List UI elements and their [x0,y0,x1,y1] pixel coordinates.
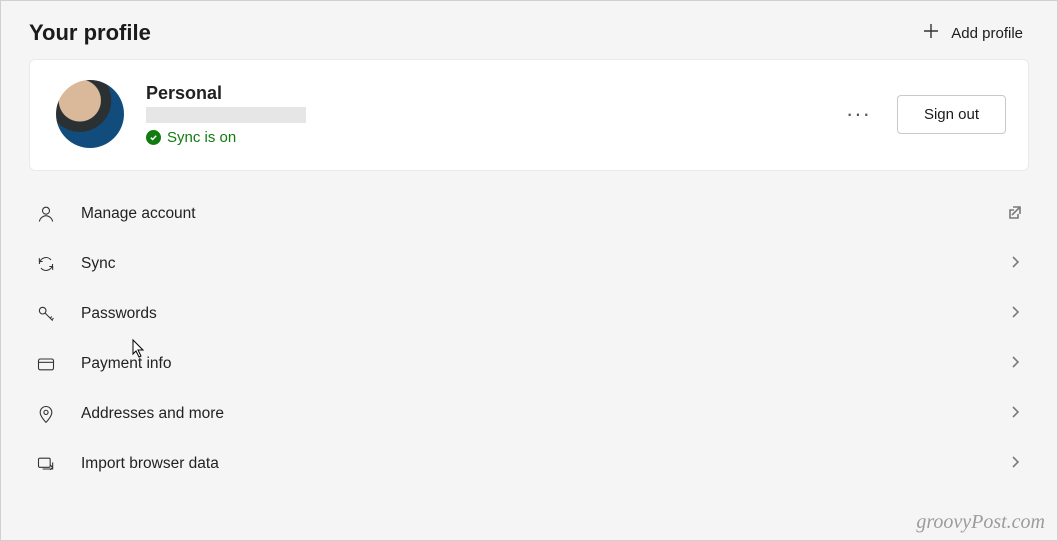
add-profile-label: Add profile [951,25,1023,42]
settings-row-label: Passwords [81,305,1007,323]
import-icon [35,453,57,475]
settings-row-label: Addresses and more [81,405,1007,423]
page-title: Your profile [29,20,151,46]
person-icon [35,203,57,225]
chevron-right-icon [1007,254,1023,275]
sync-status: Sync is on [167,129,236,146]
settings-row-label: Sync [81,255,1007,273]
profile-email-redacted [146,107,306,123]
settings-row-label: Manage account [81,205,1007,223]
external-link-icon [1007,204,1023,225]
refresh-icon [35,253,57,275]
avatar [56,80,124,148]
plus-icon [923,23,939,43]
chevron-right-icon [1007,454,1023,475]
chevron-right-icon [1007,354,1023,375]
profile-card: Personal Sync is on ··· Sign out [29,59,1029,171]
card-icon [35,353,57,375]
more-options-button[interactable]: ··· [840,103,877,125]
settings-row-addresses[interactable]: Addresses and more [35,389,1023,439]
profile-name: Personal [146,83,840,104]
key-icon [35,303,57,325]
chevron-right-icon [1007,304,1023,325]
settings-row-passwords[interactable]: Passwords [35,289,1023,339]
settings-row-sync[interactable]: Sync [35,239,1023,289]
add-profile-button[interactable]: Add profile [917,19,1029,47]
settings-row-payment-info[interactable]: Payment info [35,339,1023,389]
chevron-right-icon [1007,404,1023,425]
watermark: groovyPost.com [916,511,1045,534]
pin-icon [35,403,57,425]
settings-row-manage-account[interactable]: Manage account [35,189,1023,239]
check-icon [146,130,161,145]
sign-out-button[interactable]: Sign out [897,95,1006,134]
settings-row-label: Payment info [81,355,1007,373]
settings-row-import-data[interactable]: Import browser data [35,439,1023,489]
settings-list: Manage account Sync Passwords Payment info A… [29,189,1029,489]
settings-row-label: Import browser data [81,455,1007,473]
